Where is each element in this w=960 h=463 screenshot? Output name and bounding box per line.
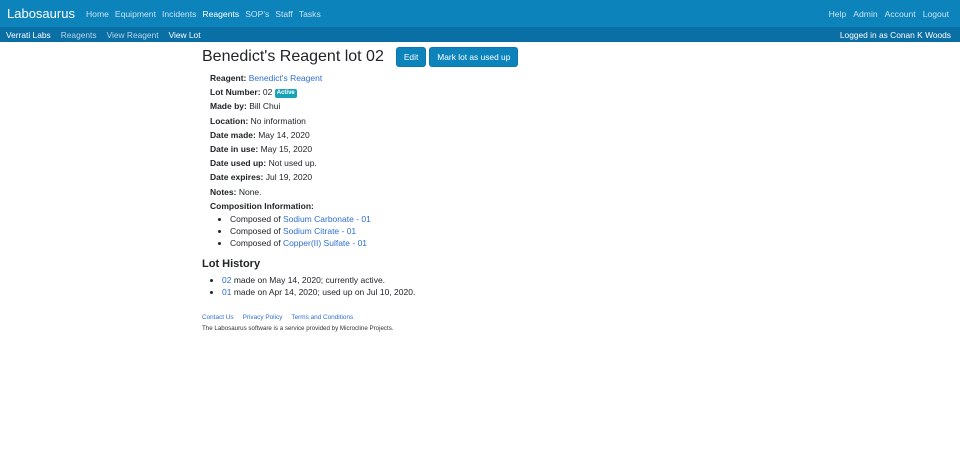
- breadcrumb: Verrati Labs Reagents View Reagent View …: [6, 30, 211, 40]
- edit-button[interactable]: Edit: [395, 47, 427, 67]
- page-title: Benedict's Reagent lot 02: [202, 48, 384, 65]
- date-used-up-value: Not used up.: [268, 158, 317, 169]
- status-badge: Active: [274, 89, 297, 99]
- user-nav: Help Admin Account Logout: [822, 0, 949, 27]
- nav-equipment[interactable]: Equipment: [115, 9, 156, 19]
- composition-prefix: Composed of: [230, 213, 281, 224]
- lot-history-list: 02 made on May 14, 2020; currently activ…: [222, 274, 762, 298]
- brand-logo-link[interactable]: Labosaurus: [7, 6, 75, 21]
- lot-details: Reagent: Benedict's Reagent Lot Number: …: [210, 71, 762, 250]
- reagent-link[interactable]: Benedict's Reagent: [249, 73, 322, 83]
- history-lot-link-01[interactable]: 01: [222, 287, 231, 297]
- terms-link[interactable]: Terms and Conditions: [291, 314, 353, 321]
- date-in-use-label: Date in use:: [210, 143, 259, 154]
- nav-reagents[interactable]: Reagents: [202, 9, 239, 19]
- nav-account[interactable]: Account: [885, 9, 916, 19]
- composition-link-copper-sulfate[interactable]: Copper(II) Sulfate - 01: [283, 238, 367, 248]
- nav-admin[interactable]: Admin: [853, 9, 877, 19]
- footer-links: Contact Us Privacy Policy Terms and Cond…: [202, 314, 394, 321]
- location-label: Location:: [210, 115, 249, 126]
- lot-number-label: Lot Number:: [210, 87, 261, 98]
- nav-tasks[interactable]: Tasks: [299, 9, 321, 19]
- composition-link-sodium-carbonate[interactable]: Sodium Carbonate - 01: [283, 214, 371, 224]
- history-text: made on May 14, 2020; currently active.: [233, 274, 386, 285]
- composition-label: Composition Information:: [210, 200, 314, 211]
- list-item: 01 made on Apr 14, 2020; used up on Jul …: [222, 286, 762, 298]
- composition-prefix: Composed of: [230, 238, 281, 249]
- composition-heading: Composition Information:: [210, 199, 762, 213]
- nav-staff[interactable]: Staff: [275, 9, 293, 19]
- lot-number-row: Lot Number: 02 Active: [210, 85, 762, 99]
- privacy-policy-link[interactable]: Privacy Policy: [243, 314, 283, 321]
- footer-note: The Labosaurus software is a service pro…: [202, 325, 394, 332]
- date-made-label: Date made:: [210, 129, 256, 140]
- logged-in-status: Logged in as Conan K Woods: [839, 29, 951, 40]
- nav-incidents[interactable]: Incidents: [162, 9, 196, 19]
- list-item: 02 made on May 14, 2020; currently activ…: [222, 274, 762, 286]
- reagent-row: Reagent: Benedict's Reagent: [210, 71, 762, 85]
- list-item: Composed of Sodium Citrate - 01: [230, 225, 762, 237]
- location-value: No information: [250, 115, 306, 126]
- made-by-row: Made by: Bill Chui: [210, 99, 762, 113]
- location-row: Location: No information: [210, 114, 762, 128]
- date-in-use-row: Date in use: May 15, 2020: [210, 142, 762, 156]
- notes-row: Notes: None.: [210, 185, 762, 199]
- contact-us-link[interactable]: Contact Us: [202, 314, 234, 321]
- main-nav: Home Equipment Incidents Reagents SOP's …: [86, 9, 327, 19]
- breadcrumb-bar: Verrati Labs Reagents View Reagent View …: [0, 27, 960, 42]
- nav-sops[interactable]: SOP's: [245, 9, 269, 19]
- date-made-value: May 14, 2020: [258, 129, 310, 140]
- breadcrumb-reagents[interactable]: Reagents: [61, 30, 97, 40]
- list-item: Composed of Sodium Carbonate - 01: [230, 213, 762, 225]
- made-by-label: Made by:: [210, 101, 247, 112]
- notes-label: Notes:: [210, 186, 237, 197]
- date-used-up-row: Date used up: Not used up.: [210, 156, 762, 170]
- mark-used-up-button[interactable]: Mark lot as used up: [429, 47, 519, 67]
- list-item: Composed of Copper(II) Sulfate - 01: [230, 237, 762, 249]
- date-used-up-label: Date used up:: [210, 158, 267, 169]
- composition-prefix: Composed of: [230, 226, 281, 237]
- title-row: Benedict's Reagent lot 02 Edit Mark lot …: [202, 47, 762, 67]
- date-expires-row: Date expires: Jul 19, 2020: [210, 170, 762, 184]
- history-text: made on Apr 14, 2020; used up on Jul 10,…: [233, 286, 416, 297]
- lot-history-title: Lot History: [202, 257, 261, 270]
- reagent-label: Reagent:: [210, 73, 247, 83]
- composition-list: Composed of Sodium Carbonate - 01 Compos…: [230, 213, 762, 250]
- lot-number-value: 02: [262, 87, 273, 98]
- main-content: Benedict's Reagent lot 02 Edit Mark lot …: [202, 47, 762, 298]
- breadcrumb-lab[interactable]: Verrati Labs: [6, 30, 51, 40]
- breadcrumb-view-lot: View Lot: [168, 29, 201, 40]
- nav-home[interactable]: Home: [86, 9, 109, 19]
- date-expires-label: Date expires:: [210, 172, 264, 183]
- breadcrumb-view-reagent[interactable]: View Reagent: [107, 30, 159, 40]
- date-made-row: Date made: May 14, 2020: [210, 128, 762, 142]
- notes-value: None.: [238, 186, 262, 197]
- history-lot-link-02[interactable]: 02: [222, 275, 231, 285]
- made-by-value: Bill Chui: [249, 101, 281, 112]
- date-in-use-value: May 15, 2020: [260, 143, 313, 154]
- nav-help[interactable]: Help: [829, 9, 847, 19]
- footer: Contact Us Privacy Policy Terms and Cond…: [202, 314, 394, 332]
- date-expires-value: Jul 19, 2020: [265, 172, 313, 183]
- composition-link-sodium-citrate[interactable]: Sodium Citrate - 01: [283, 226, 356, 236]
- top-navbar: Labosaurus Home Equipment Incidents Reag…: [0, 0, 960, 27]
- nav-logout[interactable]: Logout: [923, 9, 949, 19]
